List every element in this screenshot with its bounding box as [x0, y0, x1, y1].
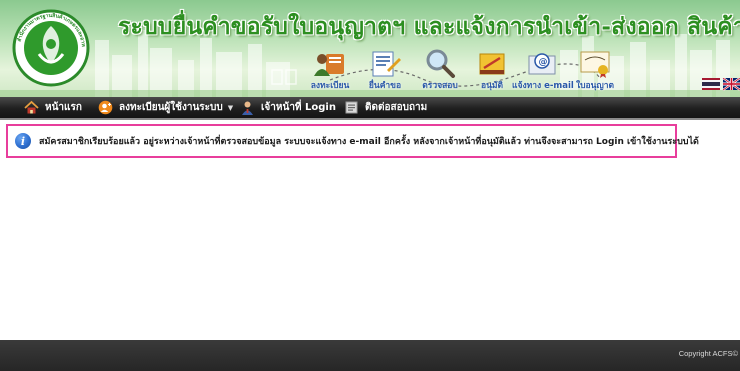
th-flag-icon[interactable] [702, 78, 720, 90]
uk-flag-icon[interactable] [722, 78, 740, 91]
nav-home[interactable]: หน้าแรก [24, 97, 82, 118]
menu-license[interactable]: ใบอนุญาต [565, 48, 625, 93]
submit-document-icon [372, 51, 401, 77]
menu-label: ใบอนุญาต [576, 81, 614, 91]
menu-check[interactable]: ตรวจสอบ [410, 48, 470, 93]
menu-label: ลงทะเบียน [310, 81, 350, 91]
chevron-down-icon: ▼ [227, 103, 234, 112]
magnifier-icon [426, 49, 455, 78]
nav-register-user[interactable]: ลงทะเบียนผู้ใช้งานระบบ ▼ [98, 97, 233, 118]
nav-label: เจ้าหน้าที่ Login [261, 102, 336, 113]
process-menu: ลงทะเบียน ยื่นคำขอ ตรวจสอบ อนุมัติ @ แจ้… [0, 0, 740, 97]
menu-label: ยื่นคำขอ [368, 81, 402, 91]
contact-book-icon [345, 101, 358, 114]
site-header: สำนักงานมาตรฐานสินค้าเกษตรและอาหารแห่งชา… [0, 0, 740, 97]
nav-label: หน้าแรก [45, 102, 82, 113]
nav-label: ลงทะเบียนผู้ใช้งานระบบ [119, 102, 223, 113]
site-footer: Copyright ACFS© [0, 340, 740, 371]
svg-text:@: @ [539, 58, 548, 68]
menu-submit-request[interactable]: ยื่นคำขอ [355, 48, 415, 93]
email-icon: @ [528, 53, 556, 75]
nav-contact[interactable]: ติดต่อสอบถาม [344, 97, 427, 118]
home-icon [24, 100, 39, 114]
info-icon: i [15, 133, 31, 149]
copyright-text: Copyright ACFS© [678, 349, 738, 358]
registration-notice: i สมัครสมาชิกเรียบร้อยแล้ว อยู่ระหว่างเจ… [6, 124, 699, 158]
certificate-icon [580, 51, 610, 78]
nav-officer-login[interactable]: เจ้าหน้าที่ Login [240, 97, 336, 118]
menu-label: ตรวจสอบ [422, 81, 458, 91]
add-user-icon [98, 100, 113, 115]
language-switcher [702, 78, 740, 91]
menu-register[interactable]: ลงทะเบียน [300, 48, 360, 93]
approve-icon [479, 53, 505, 75]
nav-label: ติดต่อสอบถาม [365, 102, 428, 113]
register-user-icon [314, 54, 344, 76]
main-content: i สมัครสมาชิกเรียบร้อยแล้ว อยู่ระหว่างเจ… [0, 120, 740, 340]
main-navbar: หน้าแรก ลงทะเบียนผู้ใช้งานระบบ ▼ เจ้าหน้… [0, 97, 740, 120]
menu-email-notify[interactable]: @ แจ้งทาง e-mail [512, 48, 574, 93]
menu-label: แจ้งทาง e-mail [512, 81, 574, 91]
notice-message: สมัครสมาชิกเรียบร้อยแล้ว อยู่ระหว่างเจ้า… [39, 137, 699, 147]
officer-icon [242, 101, 253, 115]
